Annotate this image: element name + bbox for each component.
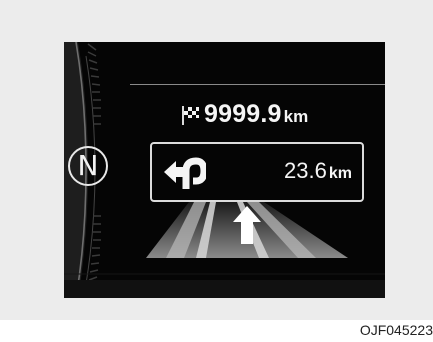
- turn-distance: 23.6 km: [284, 158, 352, 184]
- total-distance-value: 9999.9: [204, 100, 282, 128]
- top-divider-line: [130, 84, 385, 85]
- turn-distance-unit: km: [328, 165, 352, 182]
- gear-indicator: N: [68, 146, 108, 186]
- instrument-cluster-display: N 9999.9 km 23.6 km: [64, 42, 385, 298]
- u-turn-left-icon: [164, 157, 206, 189]
- straight-arrow-icon: [233, 206, 261, 244]
- image-code-caption: OJF045223: [359, 322, 433, 338]
- turn-distance-value: 23.6: [284, 158, 327, 183]
- bottom-info-band: [64, 280, 385, 298]
- turn-guidance-box: 23.6 km: [150, 142, 364, 202]
- checkered-flag-icon: [182, 106, 199, 125]
- total-distance-row: 9999.9 km: [180, 100, 308, 130]
- total-distance-unit: km: [283, 107, 309, 126]
